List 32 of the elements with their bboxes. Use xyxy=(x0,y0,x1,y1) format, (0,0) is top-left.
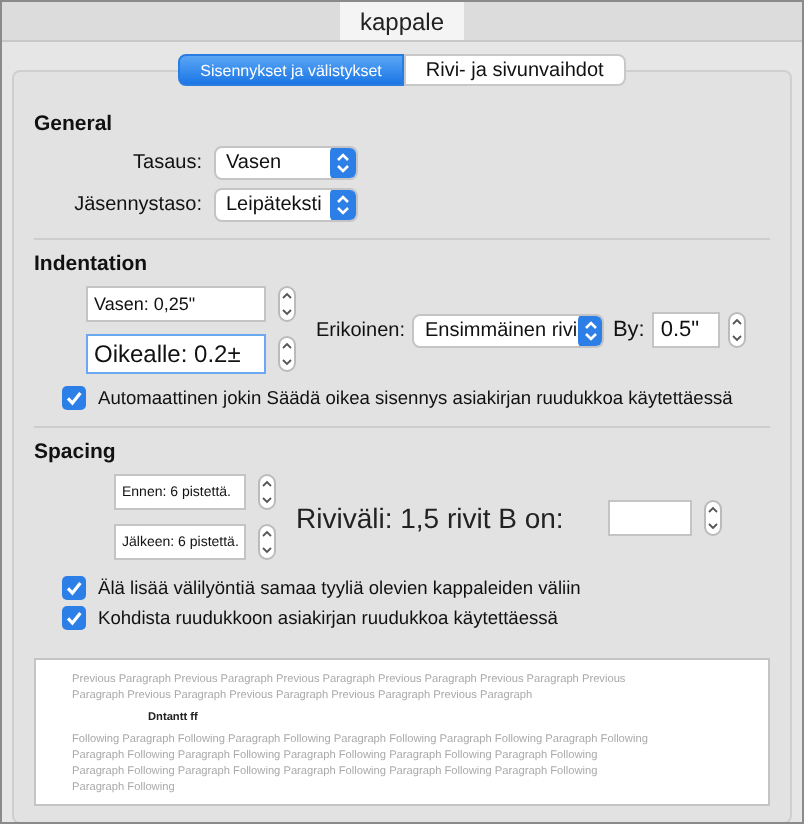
section-heading: Spacing xyxy=(34,440,118,464)
checkbox[interactable] xyxy=(62,386,86,410)
right-indent-field[interactable]: Oikealle: 0.2± xyxy=(86,334,266,374)
by-field[interactable]: 0.5" xyxy=(652,312,721,348)
by-label: By: xyxy=(612,318,645,342)
stepper[interactable] xyxy=(258,524,276,560)
stepper[interactable] xyxy=(278,286,296,322)
stepper[interactable] xyxy=(258,474,276,510)
section-heading: General xyxy=(34,112,115,136)
stepper[interactable] xyxy=(728,312,747,348)
checkbox[interactable] xyxy=(62,576,86,600)
checkbox[interactable] xyxy=(62,606,86,630)
field-label: Tasaus: xyxy=(131,152,202,174)
stepper[interactable] xyxy=(703,499,722,535)
popup-button[interactable]: Leipäteksti xyxy=(214,188,358,222)
special-popup[interactable]: Ensimmäinen rivi xyxy=(412,313,605,347)
popup-arrow-icon xyxy=(577,315,603,345)
popup-button[interactable]: Vasen xyxy=(214,146,358,180)
left-indent-field[interactable]: Vasen: 0,25" xyxy=(86,286,266,322)
checkbox-label: Automaattinen jokin Säädä oikea sisennys asiakirjan ruudukkoa käytettäessä xyxy=(98,388,733,408)
tab[interactable]: Rivi- ja sivunvaihdot xyxy=(403,54,626,86)
popup-arrow-icon xyxy=(330,148,356,178)
line-spacing-label: Riviväli: 1,5 rivit B on: xyxy=(296,501,564,533)
section-heading: Indentation xyxy=(34,252,150,276)
line-spacing-field[interactable] xyxy=(607,499,692,535)
special-label: Erikoinen: xyxy=(316,319,405,341)
checkbox-label: Älä lisää välilyöntiä samaa tyyliä olevien kappaleiden väliin xyxy=(98,578,581,598)
field-label: Jäsennystaso: xyxy=(72,194,202,216)
stepper[interactable] xyxy=(278,336,296,372)
checkbox-label: Kohdista ruudukkoon asiakirjan ruudukkoa käytettäessä xyxy=(98,608,558,628)
popup-arrow-icon xyxy=(330,190,356,220)
window-title: kappale xyxy=(339,2,465,40)
